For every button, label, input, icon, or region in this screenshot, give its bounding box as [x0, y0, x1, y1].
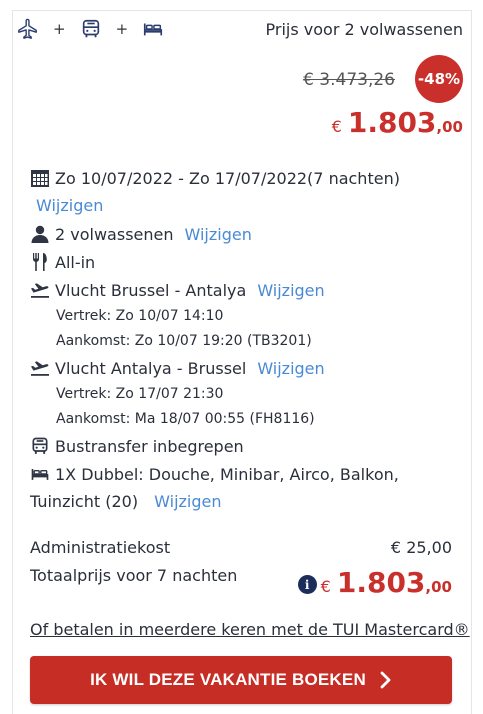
travellers-line: 2 volwassenen Wijzigen: [30, 220, 460, 248]
admin-fee-label: Administratiekost: [30, 538, 171, 557]
cutlery-icon: [30, 252, 50, 272]
outbound-arrival: Aankomst: Zo 10/07 19:20 (TB3201): [56, 333, 312, 349]
dates-line: Zo 10/07/2022 - Zo 17/07/2022(7 nachten): [30, 164, 460, 192]
package-icons: + +: [17, 18, 164, 40]
room-text-line1: 1X Dubbel: Douche, Minibar, Airco, Balko…: [55, 464, 399, 484]
change-dates-link[interactable]: Wijzigen: [30, 192, 460, 220]
book-button[interactable]: IK WIL DEZE VAKANTIE BOEKEN: [30, 656, 452, 704]
total-price: €1.803,00: [321, 566, 452, 599]
outbound-flight-line: Vlucht Brussel - Antalya Wijzigen: [30, 276, 460, 304]
total-integer: 1.803: [336, 566, 426, 599]
currency-symbol: €: [320, 577, 331, 596]
bus-icon: [30, 436, 50, 456]
return-departure: Vertrek: Zo 17/07 21:30: [56, 386, 224, 402]
total-price-group: i €1.803,00: [297, 566, 452, 599]
book-button-label: IK WIL DEZE VAKANTIE BOEKEN: [90, 670, 366, 689]
plane-departure-icon: [30, 280, 50, 300]
person-icon: [30, 224, 50, 244]
room-text-line2-row: Tuinzicht (20) Wijzigen: [30, 488, 460, 516]
outbound-flight-title: Vlucht Brussel - Antalya: [55, 280, 247, 300]
plane-departure-icon: [30, 358, 50, 378]
change-travellers-link[interactable]: Wijzigen: [185, 225, 252, 244]
info-icon[interactable]: i: [297, 575, 317, 594]
change-room-link[interactable]: Wijzigen: [154, 492, 221, 511]
admin-fee-value: € 25,00: [390, 538, 452, 557]
board-line: All-in: [30, 248, 460, 276]
transfer-text: Bustransfer inbegrepen: [55, 436, 244, 456]
bed-icon: [142, 18, 164, 40]
room-text-line2: Tuinzicht (20): [30, 492, 139, 511]
discount-badge: -48%: [415, 55, 463, 103]
chevron-right-icon: [380, 671, 391, 689]
current-price: €1.803,00: [332, 106, 463, 139]
trip-details: Zo 10/07/2022 - Zo 17/07/2022(7 nachten)…: [30, 164, 460, 516]
bus-icon: [80, 18, 102, 40]
change-outbound-link[interactable]: Wijzigen: [257, 281, 324, 300]
price-integer: 1.803: [347, 106, 437, 139]
return-flight-title: Vlucht Antalya - Brussel: [55, 358, 247, 378]
dates-text: Zo 10/07/2022 - Zo 17/07/2022(7 nachten): [55, 168, 400, 188]
price-decimals: ,00: [436, 118, 463, 136]
mastercard-link[interactable]: Of betalen in meerdere keren met de TUI …: [30, 620, 470, 639]
currency-symbol: €: [331, 117, 342, 136]
outbound-departure: Vertrek: Zo 10/07 14:10: [56, 308, 224, 324]
travellers-text: 2 volwassenen: [55, 224, 174, 244]
admin-fee-row: Administratiekost € 25,00: [30, 538, 452, 557]
bed-icon: [30, 464, 50, 484]
return-flight-line: Vlucht Antalya - Brussel Wijzigen: [30, 354, 460, 382]
board-text: All-in: [55, 252, 96, 272]
transfer-line: Bustransfer inbegrepen: [30, 432, 460, 460]
total-row: Totaalprijs voor 7 nachten i €1.803,00: [30, 566, 452, 599]
calendar-icon: [30, 168, 50, 188]
change-return-link[interactable]: Wijzigen: [257, 359, 324, 378]
return-arrival: Aankomst: Ma 18/07 00:55 (FH8116): [56, 411, 315, 427]
total-label: Totaalprijs voor 7 nachten: [30, 566, 238, 585]
plane-icon: [17, 18, 39, 40]
plus-sign: +: [115, 20, 129, 38]
old-price: € 3.473,26: [303, 70, 395, 90]
total-decimals: ,00: [425, 578, 452, 596]
price-for-label: Prijs voor 2 volwassenen: [265, 20, 463, 39]
room-line: 1X Dubbel: Douche, Minibar, Airco, Balko…: [30, 460, 460, 488]
plus-sign: +: [53, 20, 66, 38]
